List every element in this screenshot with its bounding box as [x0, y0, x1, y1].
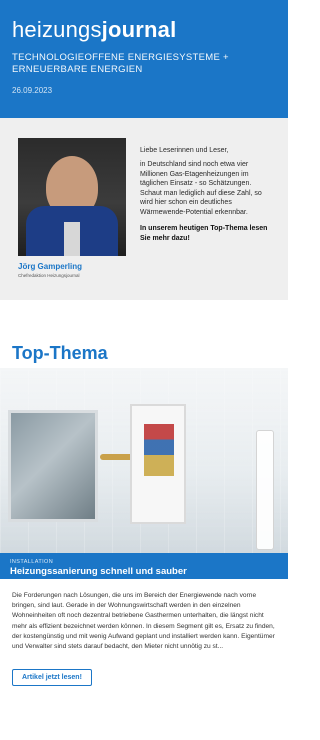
letter-body: in Deutschland sind noch etwa vier Milli…	[140, 161, 262, 216]
author-column: Jörg Gamperling Chefredaktion Heizungsjo…	[18, 138, 126, 278]
hero-towel-rail	[256, 430, 274, 550]
caption-headline[interactable]: Heizungssanierung schnell und sauber	[10, 566, 278, 577]
brand-subtitle: TECHNOLOGIEOFFENE ENERGIESYSTEME + ERNEU…	[12, 52, 229, 76]
brand-logo[interactable]: heizungsjournal	[12, 0, 276, 42]
author-shirt-shape	[64, 222, 80, 256]
author-role: Chefredaktion Heizungsjournal	[18, 273, 80, 278]
newsletter-header: heizungsjournal TECHNOLOGIEOFFENE ENERGI…	[0, 0, 288, 118]
brand-logo-light: heizungs	[12, 17, 102, 42]
author-name: Jörg Gamperling	[18, 262, 83, 271]
author-photo	[18, 138, 126, 256]
letter-cta: In unserem heutigen Top-Thema lesen Sie …	[140, 225, 268, 242]
top-thema-hero-image[interactable]	[0, 368, 288, 553]
issue-date: 26.09.2023	[12, 85, 53, 95]
read-article-button[interactable]: Artikel jetzt lesen!	[12, 669, 92, 687]
hero-mirror	[8, 410, 98, 522]
editorial-letter: Liebe Leserinnen und Leser, in Deutschla…	[140, 138, 270, 278]
article-text: Die Forderungen nach Lösungen, die uns i…	[12, 592, 275, 651]
section-spacer	[0, 300, 288, 338]
top-thema-caption: INSTALLATION Heizungssanierung schnell u…	[0, 553, 288, 579]
top-thema-article: Die Forderungen nach Lösungen, die uns i…	[0, 579, 288, 652]
editorial-row: Jörg Gamperling Chefredaktion Heizungsjo…	[18, 138, 270, 278]
caption-kicker: INSTALLATION	[10, 559, 54, 565]
hero-boiler	[130, 404, 186, 524]
editorial-intro: Jörg Gamperling Chefredaktion Heizungsjo…	[0, 118, 288, 300]
brand-logo-bold: journal	[101, 17, 177, 42]
article-cta-wrap: Artikel jetzt lesen!	[0, 652, 288, 687]
letter-greeting: Liebe Leserinnen und Leser,	[140, 147, 229, 154]
section-title-top-thema: Top-Thema	[12, 343, 108, 363]
